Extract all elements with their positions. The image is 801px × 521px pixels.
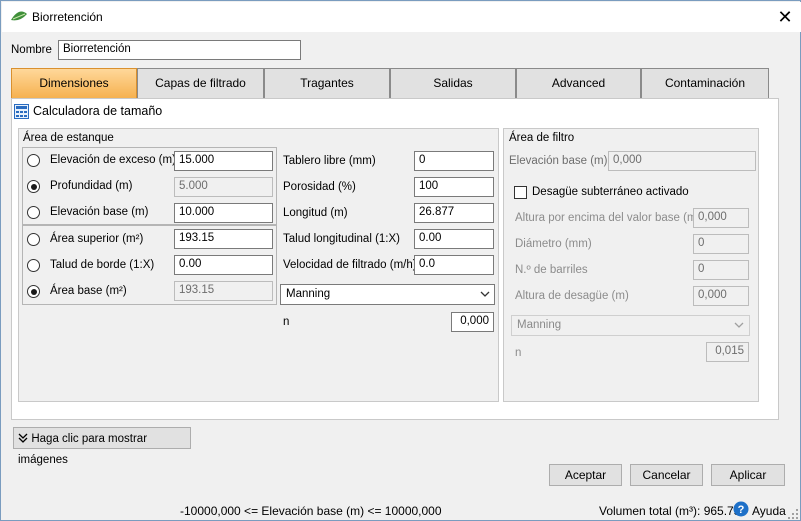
- filtro-manning-select-value: Manning: [517, 319, 562, 331]
- area-estanque-title: Área de estanque: [23, 132, 114, 144]
- longitud-field[interactable]: 26.877: [414, 203, 494, 223]
- n-field[interactable]: 0,000: [451, 312, 494, 332]
- close-icon: ✕: [777, 7, 793, 27]
- area-filtro-title: Área de filtro: [509, 132, 575, 144]
- area-superior-label: Área superior (m²): [50, 233, 144, 245]
- velocidad-filtrado-field[interactable]: 0.0: [414, 255, 494, 275]
- title-bar: Biorretención ✕: [2, 2, 801, 32]
- tablero-libre-field[interactable]: 0: [414, 151, 494, 171]
- show-images-label: Haga clic para mostrar imágenes: [18, 433, 148, 466]
- size-calculator-link[interactable]: Calculadora de tamaño: [33, 104, 162, 118]
- talud-borde-field[interactable]: 0.00: [174, 255, 273, 275]
- radio-area-superior[interactable]: [27, 233, 40, 246]
- area-base-label: Área base (m²): [50, 285, 127, 297]
- desague-label: Desagüe subterráneo activado: [532, 186, 689, 198]
- radio-area-base[interactable]: [27, 285, 40, 298]
- range-status: -10000,000 <= Elevación base (m) <= 1000…: [180, 504, 442, 518]
- elevacion-base-field[interactable]: 10.000: [174, 203, 273, 223]
- diametro-label: Diámetro (mm): [515, 238, 592, 250]
- volume-status: Volumen total (m³): 965.750: [599, 504, 748, 518]
- talud-borde-label: Talud de borde (1:X): [50, 259, 155, 271]
- profundidad-field: 5.000: [174, 177, 273, 197]
- resize-grip-icon[interactable]: [787, 508, 799, 520]
- help-icon[interactable]: ?: [733, 501, 749, 517]
- profundidad-label: Profundidad (m): [50, 180, 133, 192]
- area-superior-field[interactable]: 193.15: [174, 229, 273, 249]
- dialog-window: Biorretención ✕ Nombre Biorretención Dim…: [0, 0, 801, 521]
- close-button[interactable]: ✕: [772, 5, 798, 29]
- radio-profundidad[interactable]: [27, 180, 40, 193]
- show-images-button[interactable]: Haga clic para mostrar imágenes: [13, 427, 191, 466]
- tab-dimensiones[interactable]: Dimensiones: [11, 68, 137, 99]
- bioretention-app-icon: [11, 11, 27, 21]
- num-barriles-label: N.º de barriles: [515, 264, 588, 276]
- filtro-elevacion-base-label: Elevación base (m): [509, 155, 608, 167]
- filtro-n-label: n: [515, 347, 522, 359]
- elevacion-exceso-label: Elevación de exceso (m): [50, 154, 176, 166]
- talud-longitudinal-field[interactable]: 0.00: [414, 229, 494, 249]
- apply-button[interactable]: Aplicar: [711, 464, 785, 486]
- name-field[interactable]: Biorretención: [58, 40, 301, 60]
- altura-valor-base-label: Altura por encima del valor base (m): [515, 212, 701, 224]
- manning-select-value: Manning: [286, 288, 331, 300]
- altura-desague-label: Altura de desagüe (m): [515, 290, 629, 302]
- manning-select[interactable]: Manning: [280, 284, 495, 305]
- filtro-elevacion-base-field: 0,000: [608, 151, 756, 171]
- longitud-label: Longitud (m): [283, 207, 348, 219]
- chevron-down-icon: [480, 291, 490, 297]
- double-chevron-down-icon: [18, 433, 28, 443]
- accept-button[interactable]: Aceptar: [549, 464, 622, 486]
- chevron-down-icon: [734, 322, 744, 328]
- svg-text:?: ?: [738, 504, 745, 516]
- tab-contaminacion[interactable]: Contaminación: [641, 68, 769, 99]
- name-label: Nombre: [11, 44, 52, 56]
- altura-valor-base-field: 0,000: [693, 208, 749, 228]
- velocidad-filtrado-label: Velocidad de filtrado (m/h): [283, 259, 417, 271]
- tab-tragantes[interactable]: Tragantes: [264, 68, 390, 99]
- help-link[interactable]: Ayuda: [752, 504, 786, 518]
- cancel-button[interactable]: Cancelar: [630, 464, 703, 486]
- diametro-field: 0: [693, 234, 749, 254]
- radio-elevacion-exceso[interactable]: [27, 154, 40, 167]
- radio-talud-borde[interactable]: [27, 259, 40, 272]
- tab-salidas[interactable]: Salidas: [390, 68, 516, 99]
- talud-longitudinal-label: Talud longitudinal (1:X): [283, 233, 400, 245]
- radio-elevacion-base[interactable]: [27, 206, 40, 219]
- tab-capas-de-filtrado[interactable]: Capas de filtrado: [137, 68, 264, 99]
- area-base-field: 193.15: [174, 281, 273, 301]
- tab-advanced[interactable]: Advanced: [516, 68, 641, 99]
- calculator-icon: [14, 104, 29, 119]
- window-title: Biorretención: [32, 10, 103, 24]
- altura-desague-field: 0,000: [693, 286, 749, 306]
- elevacion-base-label: Elevación base (m): [50, 206, 149, 218]
- filtro-n-field: 0,015: [706, 342, 749, 362]
- filtro-manning-select: Manning: [511, 315, 750, 336]
- tablero-libre-label: Tablero libre (mm): [283, 155, 376, 167]
- num-barriles-field: 0: [693, 260, 749, 280]
- porosidad-label: Porosidad (%): [283, 181, 356, 193]
- desague-checkbox[interactable]: [514, 186, 527, 199]
- porosidad-field[interactable]: 100: [414, 177, 494, 197]
- n-label: n: [283, 316, 290, 328]
- elevacion-exceso-field[interactable]: 15.000: [174, 151, 273, 171]
